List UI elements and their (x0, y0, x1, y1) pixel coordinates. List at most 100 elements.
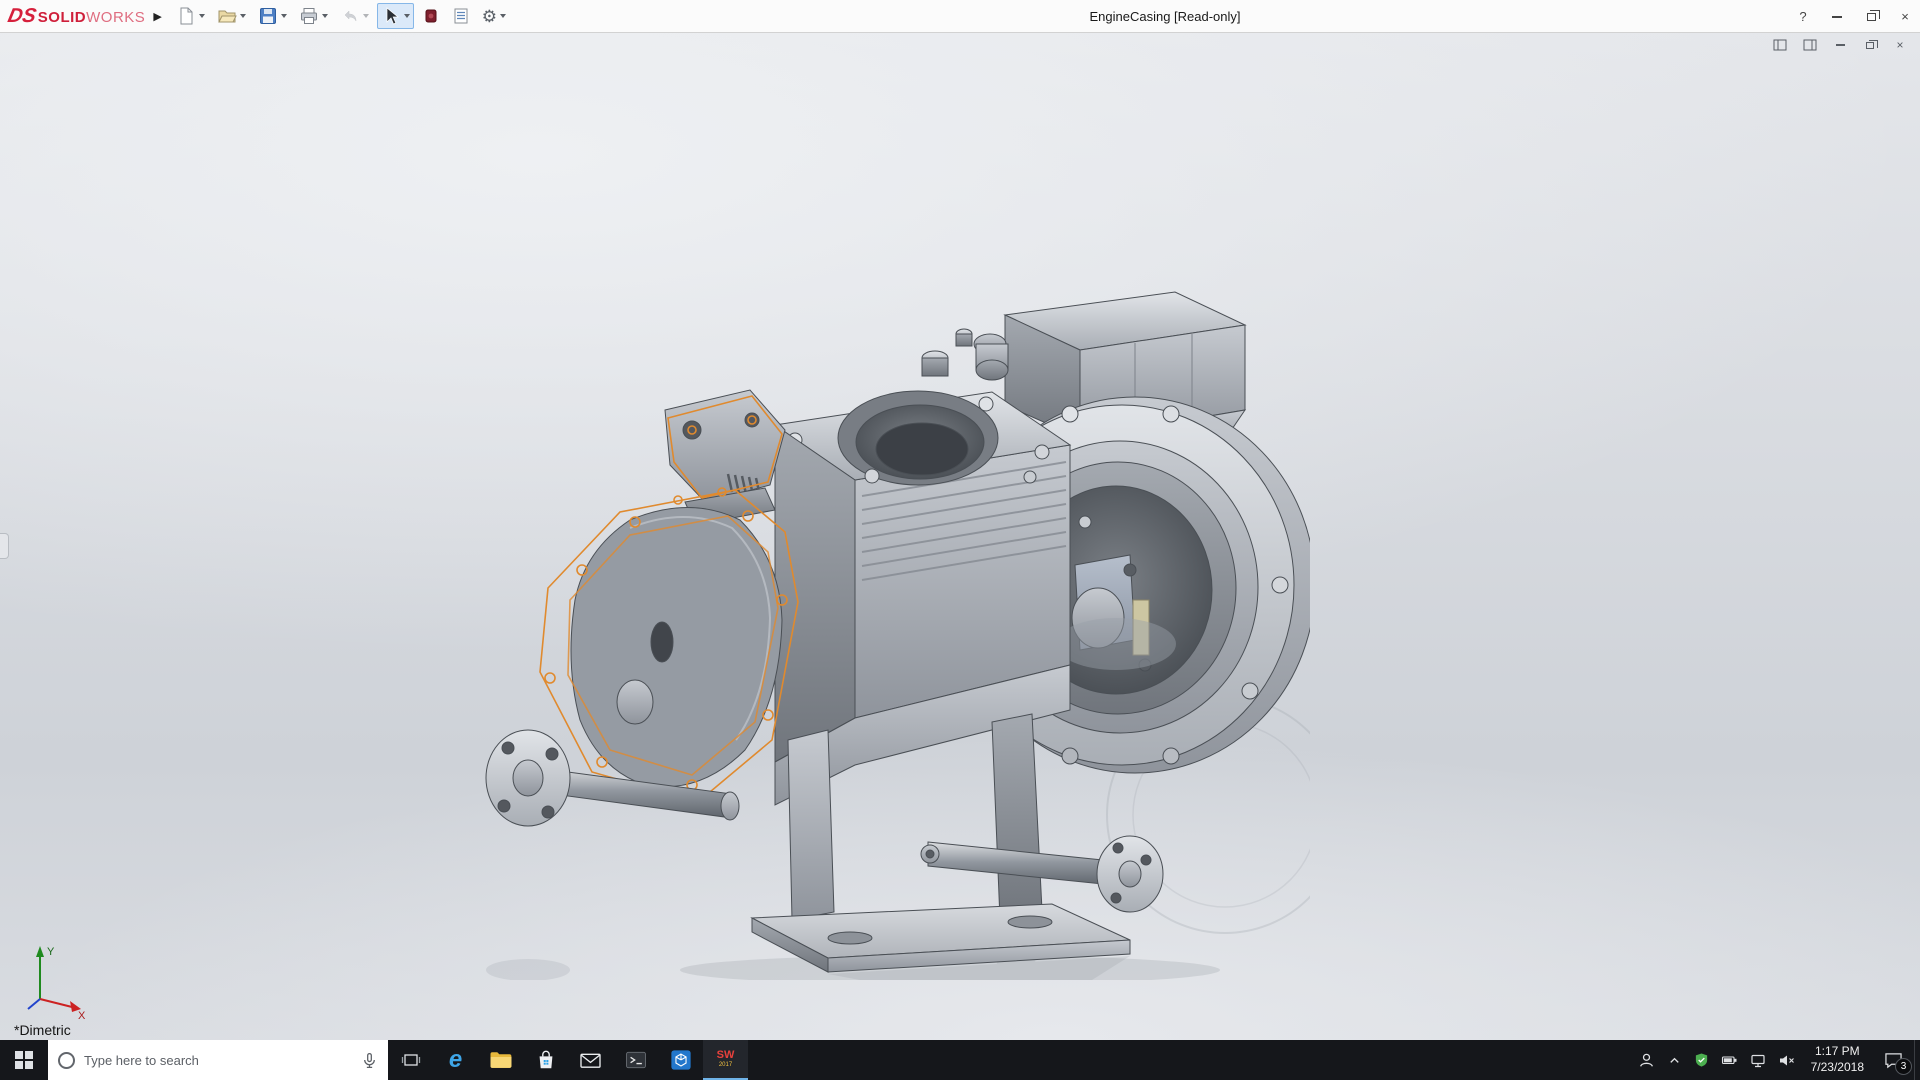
dropdown-caret-icon[interactable] (199, 14, 205, 18)
brand-solid-text: SOLID (38, 9, 86, 26)
engine-casing-model[interactable] (430, 270, 1310, 980)
dropdown-caret-icon[interactable] (281, 14, 287, 18)
taskbar-clock[interactable]: 1:17 PM 7/23/2018 (1803, 1040, 1872, 1080)
solidworks-year-label: 2017 (719, 1062, 732, 1068)
feature-manager-collapsed-tab[interactable] (0, 533, 9, 559)
pane-right-icon (1803, 39, 1817, 51)
doc-close-button[interactable]: × (1892, 37, 1908, 53)
new-document-icon (176, 6, 196, 26)
open-folder-icon (217, 6, 237, 26)
network-icon (1750, 1053, 1766, 1068)
show-desktop-button[interactable] (1914, 1040, 1920, 1080)
taskbar-app-store[interactable] (523, 1040, 568, 1080)
taskbar-app-edge[interactable]: e (433, 1040, 478, 1080)
system-tray (1630, 1040, 1803, 1080)
options-gear-icon: ⚙ (482, 8, 497, 25)
minimize-button[interactable] (1828, 5, 1846, 29)
solidworks-logo: DS SOLIDWORKS (8, 5, 145, 28)
microphone-icon[interactable] (361, 1052, 378, 1069)
clock-date: 7/23/2018 (1811, 1060, 1864, 1076)
print-button[interactable] (295, 3, 332, 29)
network-button[interactable] (1750, 1053, 1766, 1068)
taskbar-app-command-prompt[interactable] (613, 1040, 658, 1080)
defender-shield-icon (1694, 1052, 1709, 1068)
document-title: EngineCasing [Read-only] (1089, 0, 1240, 33)
taskbar-app-file-explorer[interactable] (478, 1040, 523, 1080)
chevron-up-icon (1667, 1053, 1682, 1068)
undo-arrow-icon (340, 6, 360, 26)
menu-expand-arrow[interactable]: ▶ (153, 10, 161, 23)
taskbar-app-solidworks[interactable]: SW 2017 (703, 1040, 748, 1080)
start-button[interactable] (0, 1040, 48, 1080)
dropdown-caret-icon[interactable] (404, 14, 410, 18)
rebuild-button[interactable] (418, 3, 444, 29)
y-axis-label: Y (47, 946, 55, 958)
dropdown-caret-icon[interactable] (500, 14, 506, 18)
save-floppy-icon (258, 6, 278, 26)
graphics-area[interactable]: × (0, 33, 1920, 1040)
task-view-icon (401, 1051, 421, 1069)
printer-icon (299, 6, 319, 26)
windows-taskbar: e SW 2017 (0, 1040, 1920, 1080)
select-tool-button[interactable] (377, 3, 414, 29)
volume-icon (1778, 1053, 1795, 1068)
window-controls: ? × (1794, 0, 1914, 33)
task-view-button[interactable] (388, 1040, 433, 1080)
pane-left-button[interactable] (1772, 37, 1788, 53)
taskbar-app-mail[interactable] (568, 1040, 613, 1080)
volume-button[interactable] (1778, 1053, 1795, 1068)
ds-logo-icon: DS (6, 5, 39, 28)
cortana-icon (58, 1052, 75, 1069)
rebuild-icon (422, 7, 440, 25)
save-button[interactable] (254, 3, 291, 29)
options-button[interactable]: ⚙ (478, 3, 510, 29)
action-center-button[interactable]: 3 (1872, 1040, 1914, 1080)
select-cursor-icon (381, 6, 401, 26)
windows-logo-icon (15, 1051, 33, 1069)
doc-minimize-button[interactable] (1832, 37, 1848, 53)
view-orientation-label: *Dimetric (14, 1022, 71, 1038)
hidden-icons-button[interactable] (1667, 1053, 1682, 1068)
doc-restore-icon (1866, 42, 1874, 49)
app-title-bar: DS SOLIDWORKS ▶ (0, 0, 1920, 33)
taskbar-app-edrawings[interactable] (658, 1040, 703, 1080)
doc-restore-button[interactable] (1862, 37, 1878, 53)
doc-minimize-icon (1836, 44, 1845, 46)
search-input[interactable] (84, 1053, 352, 1068)
battery-button[interactable] (1721, 1053, 1738, 1067)
taskbar-search[interactable] (48, 1040, 388, 1080)
solidworks-taskbar-icon: SW (717, 1050, 735, 1061)
battery-icon (1721, 1053, 1738, 1067)
x-axis-label: X (78, 1010, 86, 1021)
file-properties-button[interactable] (448, 3, 474, 29)
pane-left-icon (1773, 39, 1787, 51)
clock-time: 1:17 PM (1815, 1044, 1860, 1060)
notification-badge: 3 (1895, 1058, 1912, 1075)
undo-button[interactable] (336, 3, 373, 29)
dropdown-caret-icon[interactable] (363, 14, 369, 18)
new-document-button[interactable] (172, 3, 209, 29)
restore-icon (1867, 13, 1876, 21)
document-window-controls: × (1772, 37, 1908, 53)
store-bag-icon (535, 1049, 557, 1071)
dropdown-caret-icon[interactable] (322, 14, 328, 18)
help-button[interactable]: ? (1794, 5, 1812, 29)
brand-works-text: WORKS (86, 9, 145, 26)
file-properties-icon (452, 7, 470, 25)
y-axis-arrow (36, 946, 44, 957)
side-cover-part[interactable] (571, 390, 785, 787)
dropdown-caret-icon[interactable] (240, 14, 246, 18)
people-button[interactable] (1638, 1052, 1655, 1069)
close-button[interactable]: × (1896, 5, 1914, 29)
minimize-icon (1832, 16, 1842, 18)
standard-toolbar: ⚙ (172, 3, 510, 29)
people-icon (1638, 1052, 1655, 1069)
defender-button[interactable] (1694, 1052, 1709, 1068)
open-document-button[interactable] (213, 3, 250, 29)
pane-right-button[interactable] (1802, 37, 1818, 53)
reference-triad: Y X (20, 941, 90, 1021)
maximize-restore-button[interactable] (1862, 5, 1880, 29)
mail-envelope-icon (579, 1051, 602, 1070)
command-prompt-icon (625, 1051, 647, 1069)
edrawings-cube-icon (670, 1049, 692, 1071)
